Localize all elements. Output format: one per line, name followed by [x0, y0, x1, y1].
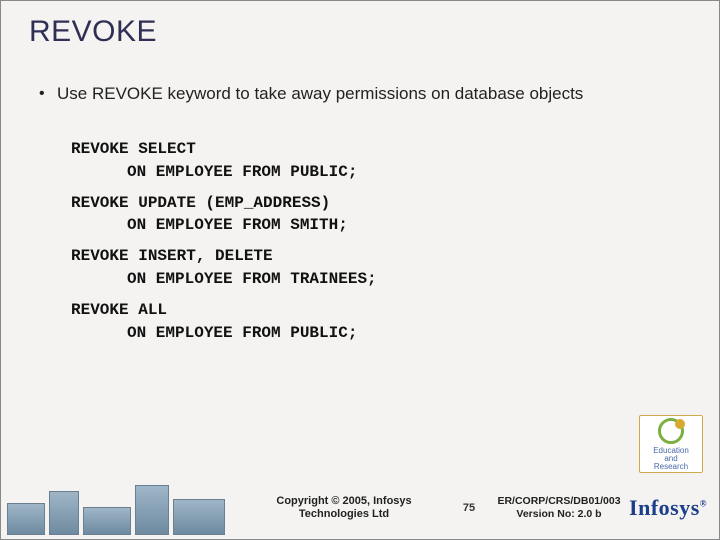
code-line: REVOKE SELECT — [71, 141, 659, 158]
code-line: ON EMPLOYEE FROM PUBLIC; — [71, 325, 659, 342]
bullet-text: Use REVOKE keyword to take away permissi… — [57, 83, 583, 105]
doc-id-line: Version No: 2.0 b — [489, 508, 629, 521]
badge-text: Research — [654, 463, 688, 471]
footer-copyright: Copyright © 2005, Infosys Technologies L… — [239, 495, 449, 521]
page-number: 75 — [449, 502, 489, 514]
building-icon — [135, 485, 169, 535]
badge-ring-icon — [658, 418, 684, 444]
building-icon — [7, 503, 45, 535]
code-line: ON EMPLOYEE FROM PUBLIC; — [71, 164, 659, 181]
infosys-logo: Infosys® — [629, 495, 707, 521]
logo-text: Infosys — [629, 495, 700, 520]
footer: Copyright © 2005, Infosys Technologies L… — [1, 477, 719, 539]
building-icon — [83, 507, 131, 535]
copyright-line: Copyright © 2005, Infosys — [239, 495, 449, 508]
building-icon — [49, 491, 79, 535]
bullet-marker: • — [39, 83, 57, 105]
building-icon — [173, 499, 225, 535]
copyright-line: Technologies Ltd — [239, 508, 449, 521]
education-research-badge: Education and Research — [639, 415, 703, 473]
code-line: REVOKE INSERT, DELETE — [71, 248, 659, 265]
slide: REVOKE • Use REVOKE keyword to take away… — [0, 0, 720, 540]
doc-id-line: ER/CORP/CRS/DB01/003 — [489, 495, 629, 508]
code-block: REVOKE SELECT ON EMPLOYEE FROM PUBLIC; R… — [71, 141, 659, 355]
footer-doc-id: ER/CORP/CRS/DB01/003 Version No: 2.0 b — [489, 495, 629, 520]
code-line: REVOKE UPDATE (EMP_ADDRESS) — [71, 195, 659, 212]
slide-title: REVOKE — [29, 15, 157, 49]
code-line: ON EMPLOYEE FROM SMITH; — [71, 217, 659, 234]
code-line: REVOKE ALL — [71, 302, 659, 319]
footer-logo-area: Infosys® — [629, 495, 719, 521]
footer-decorative-image — [1, 477, 239, 539]
code-line: ON EMPLOYEE FROM TRAINEES; — [71, 271, 659, 288]
bullet-item: • Use REVOKE keyword to take away permis… — [39, 83, 689, 105]
registered-mark: ® — [700, 499, 707, 509]
